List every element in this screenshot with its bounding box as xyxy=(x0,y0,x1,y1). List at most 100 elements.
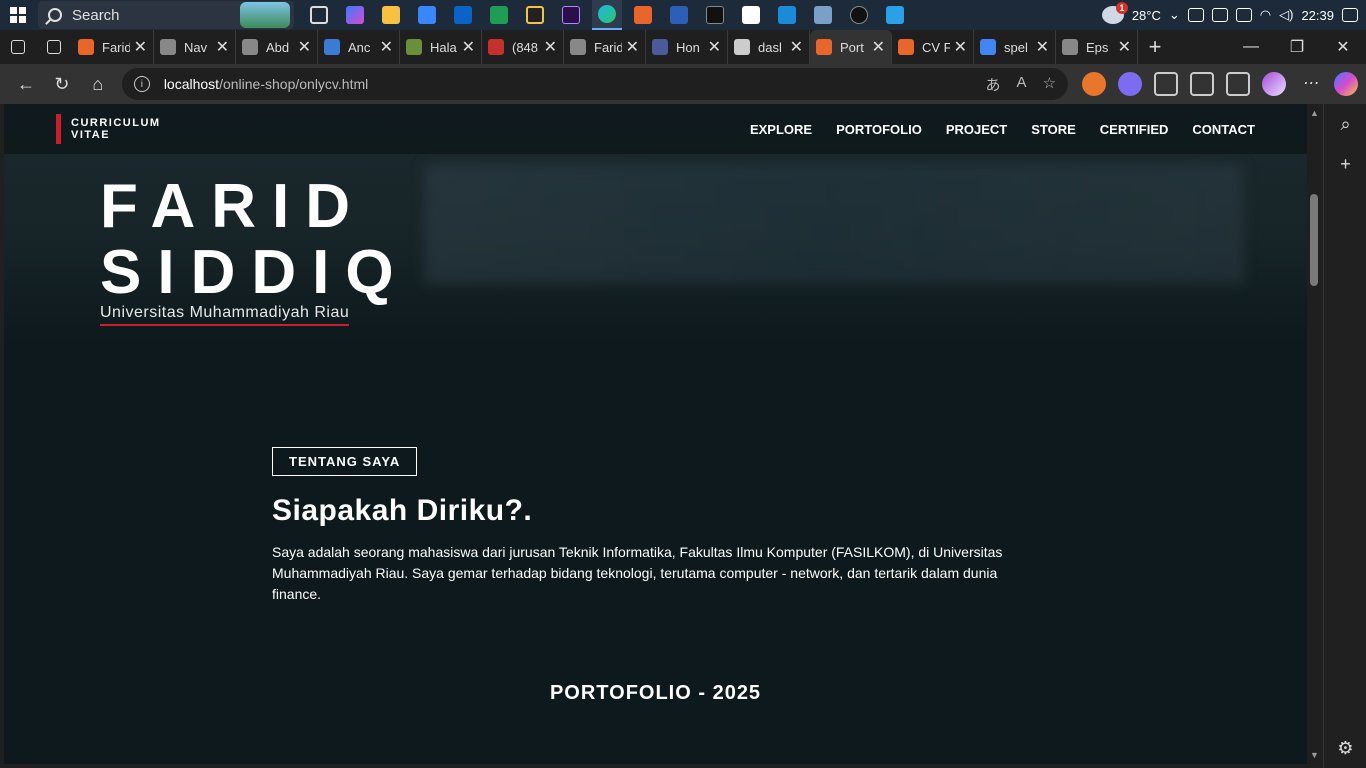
maximize-button[interactable]: ❐ xyxy=(1274,30,1320,64)
nav-link-portofolio[interactable]: PORTOFOLIO xyxy=(836,122,922,137)
browser-tab[interactable]: (848 ✕ xyxy=(482,30,564,64)
nav-link-explore[interactable]: EXPLORE xyxy=(750,122,812,137)
browser-tab[interactable]: CV F ✕ xyxy=(892,30,974,64)
downloads-icon[interactable] xyxy=(1226,72,1251,96)
tab-close-icon[interactable]: ✕ xyxy=(544,37,557,57)
sidebar-add-icon[interactable]: + xyxy=(1324,144,1366,184)
extensions-icon[interactable] xyxy=(1154,72,1179,96)
url-field[interactable]: i localhost/online-shop/onlycv.html あ A … xyxy=(121,68,1069,100)
sidebar-settings-icon[interactable]: ⚙ xyxy=(1324,728,1366,768)
scroll-down-icon[interactable]: ▼ xyxy=(1310,750,1319,760)
sidebar-search-icon[interactable]: ⌕ xyxy=(1324,104,1366,144)
browser-tab[interactable]: Port ✕ xyxy=(810,30,892,64)
tab-close-icon[interactable]: ✕ xyxy=(216,37,229,57)
browser-tab[interactable]: Hon ✕ xyxy=(646,30,728,64)
tab-close-icon[interactable]: ✕ xyxy=(790,37,803,57)
fox-app-icon[interactable] xyxy=(844,0,874,30)
browser-tab[interactable]: Eps ✕ xyxy=(1056,30,1138,64)
nav-link-project[interactable]: PROJECT xyxy=(946,122,1007,137)
site-info-icon[interactable]: i xyxy=(133,76,150,92)
tab-favicon-icon xyxy=(898,39,914,55)
wifi-icon[interactable]: ◠ xyxy=(1260,7,1271,23)
favorites-icon[interactable] xyxy=(1190,72,1215,96)
after-effects-icon[interactable] xyxy=(556,0,586,30)
browser-tab[interactable]: Farid ✕ xyxy=(72,30,154,64)
tab-actions-icon[interactable] xyxy=(36,30,72,64)
new-tab-button[interactable]: + xyxy=(1138,34,1172,60)
brand-text: CURRICULUM VITAE xyxy=(71,117,161,141)
weather-icon[interactable]: 1 xyxy=(1101,2,1128,24)
copilot-app-icon[interactable] xyxy=(340,0,370,30)
close-window-button[interactable]: ✕ xyxy=(1320,30,1366,64)
refresh-button[interactable]: ↻ xyxy=(44,68,80,100)
stocks-app-icon[interactable] xyxy=(484,0,514,30)
browser-tab[interactable]: Nav ✕ xyxy=(154,30,236,64)
terminal-icon[interactable] xyxy=(700,0,730,30)
browser-tab[interactable]: dasl ✕ xyxy=(728,30,810,64)
scroll-up-icon[interactable]: ▲ xyxy=(1310,108,1319,118)
site-brand[interactable]: CURRICULUM VITAE xyxy=(56,114,161,144)
blue-app-icon[interactable] xyxy=(880,0,910,30)
metamask-extension-icon[interactable] xyxy=(1082,72,1107,96)
notification-icon[interactable] xyxy=(1342,8,1358,22)
volume-icon[interactable]: ◁) xyxy=(1279,7,1293,23)
more-options-icon[interactable]: ⋯ xyxy=(1298,72,1322,96)
notion-icon[interactable] xyxy=(736,0,766,30)
tab-close-icon[interactable]: ✕ xyxy=(1118,37,1131,57)
photos-icon[interactable] xyxy=(808,0,838,30)
nav-link-certified[interactable]: CERTIFIED xyxy=(1100,122,1169,137)
record-icon[interactable] xyxy=(1211,8,1228,22)
portfolio-heading: PORTOFOLIO - 2025 xyxy=(549,682,762,704)
tab-title: (848 xyxy=(512,39,539,55)
taskbar-search[interactable]: Search xyxy=(38,1,294,29)
game-extension-icon[interactable] xyxy=(1118,72,1143,96)
minimize-button[interactable]: — xyxy=(1228,30,1274,64)
edge-browser-icon[interactable] xyxy=(592,0,622,30)
start-button[interactable] xyxy=(0,0,36,30)
store-icon[interactable] xyxy=(412,0,442,30)
copilot-icon[interactable] xyxy=(1334,72,1359,96)
home-button[interactable]: ⌂ xyxy=(80,68,116,100)
browser-tab[interactable]: spel ✕ xyxy=(974,30,1056,64)
tab-close-icon[interactable]: ✕ xyxy=(708,37,721,57)
browser-tab[interactable]: Farid ✕ xyxy=(564,30,646,64)
clock-time[interactable]: 22:39 xyxy=(1301,8,1334,23)
nav-link-contact[interactable]: CONTACT xyxy=(1192,122,1255,137)
device-icon[interactable] xyxy=(1187,8,1204,22)
tab-close-icon[interactable]: ✕ xyxy=(134,37,147,57)
hero-name-line-2: SIDDIQ xyxy=(100,238,410,307)
tab-close-icon[interactable]: ✕ xyxy=(380,37,393,57)
favorite-star-icon[interactable]: ☆ xyxy=(1043,74,1056,95)
about-section: TENTANG SAYA Siapakah Diriku?. Saya adal… xyxy=(272,447,1012,605)
word-icon[interactable] xyxy=(664,0,694,30)
tab-title: Hon xyxy=(676,39,700,55)
tab-close-icon[interactable]: ✕ xyxy=(462,37,475,57)
tab-close-icon[interactable]: ✕ xyxy=(954,37,967,57)
tab-close-icon[interactable]: ✕ xyxy=(872,37,885,57)
vscode-icon[interactable] xyxy=(772,0,802,30)
translate-icon[interactable]: あ xyxy=(986,74,1001,95)
back-button[interactable]: ← xyxy=(8,68,44,100)
browser-tab[interactable]: Hala ✕ xyxy=(400,30,482,64)
browser-tab[interactable]: Abd ✕ xyxy=(236,30,318,64)
page-scrollbar[interactable]: ▲ ▼ xyxy=(1307,104,1323,764)
tab-title: spel xyxy=(1004,39,1028,55)
linux-penguin-icon[interactable] xyxy=(520,0,550,30)
task-view-icon[interactable] xyxy=(304,0,334,30)
tab-close-icon[interactable]: ✕ xyxy=(1036,37,1049,57)
workspaces-icon[interactable] xyxy=(0,30,36,64)
read-aloud-icon[interactable]: A xyxy=(1017,74,1027,95)
browser-tab[interactable]: Anc ✕ xyxy=(318,30,400,64)
xampp-icon[interactable] xyxy=(628,0,658,30)
about-title: Siapakah Diriku?. xyxy=(272,494,533,527)
tab-close-icon[interactable]: ✕ xyxy=(298,37,311,57)
chevron-up-icon[interactable]: ⌄ xyxy=(1169,7,1180,23)
battery-icon[interactable] xyxy=(1235,8,1252,22)
file-explorer-icon[interactable] xyxy=(376,0,406,30)
nav-link-store[interactable]: STORE xyxy=(1031,122,1076,137)
address-bar-row: ← ↻ ⌂ i localhost/online-shop/onlycv.htm… xyxy=(0,64,1366,104)
tab-close-icon[interactable]: ✕ xyxy=(626,37,639,57)
outlook-icon[interactable] xyxy=(448,0,478,30)
profile-avatar[interactable] xyxy=(1262,72,1287,96)
scrollbar-thumb[interactable] xyxy=(1310,194,1318,286)
